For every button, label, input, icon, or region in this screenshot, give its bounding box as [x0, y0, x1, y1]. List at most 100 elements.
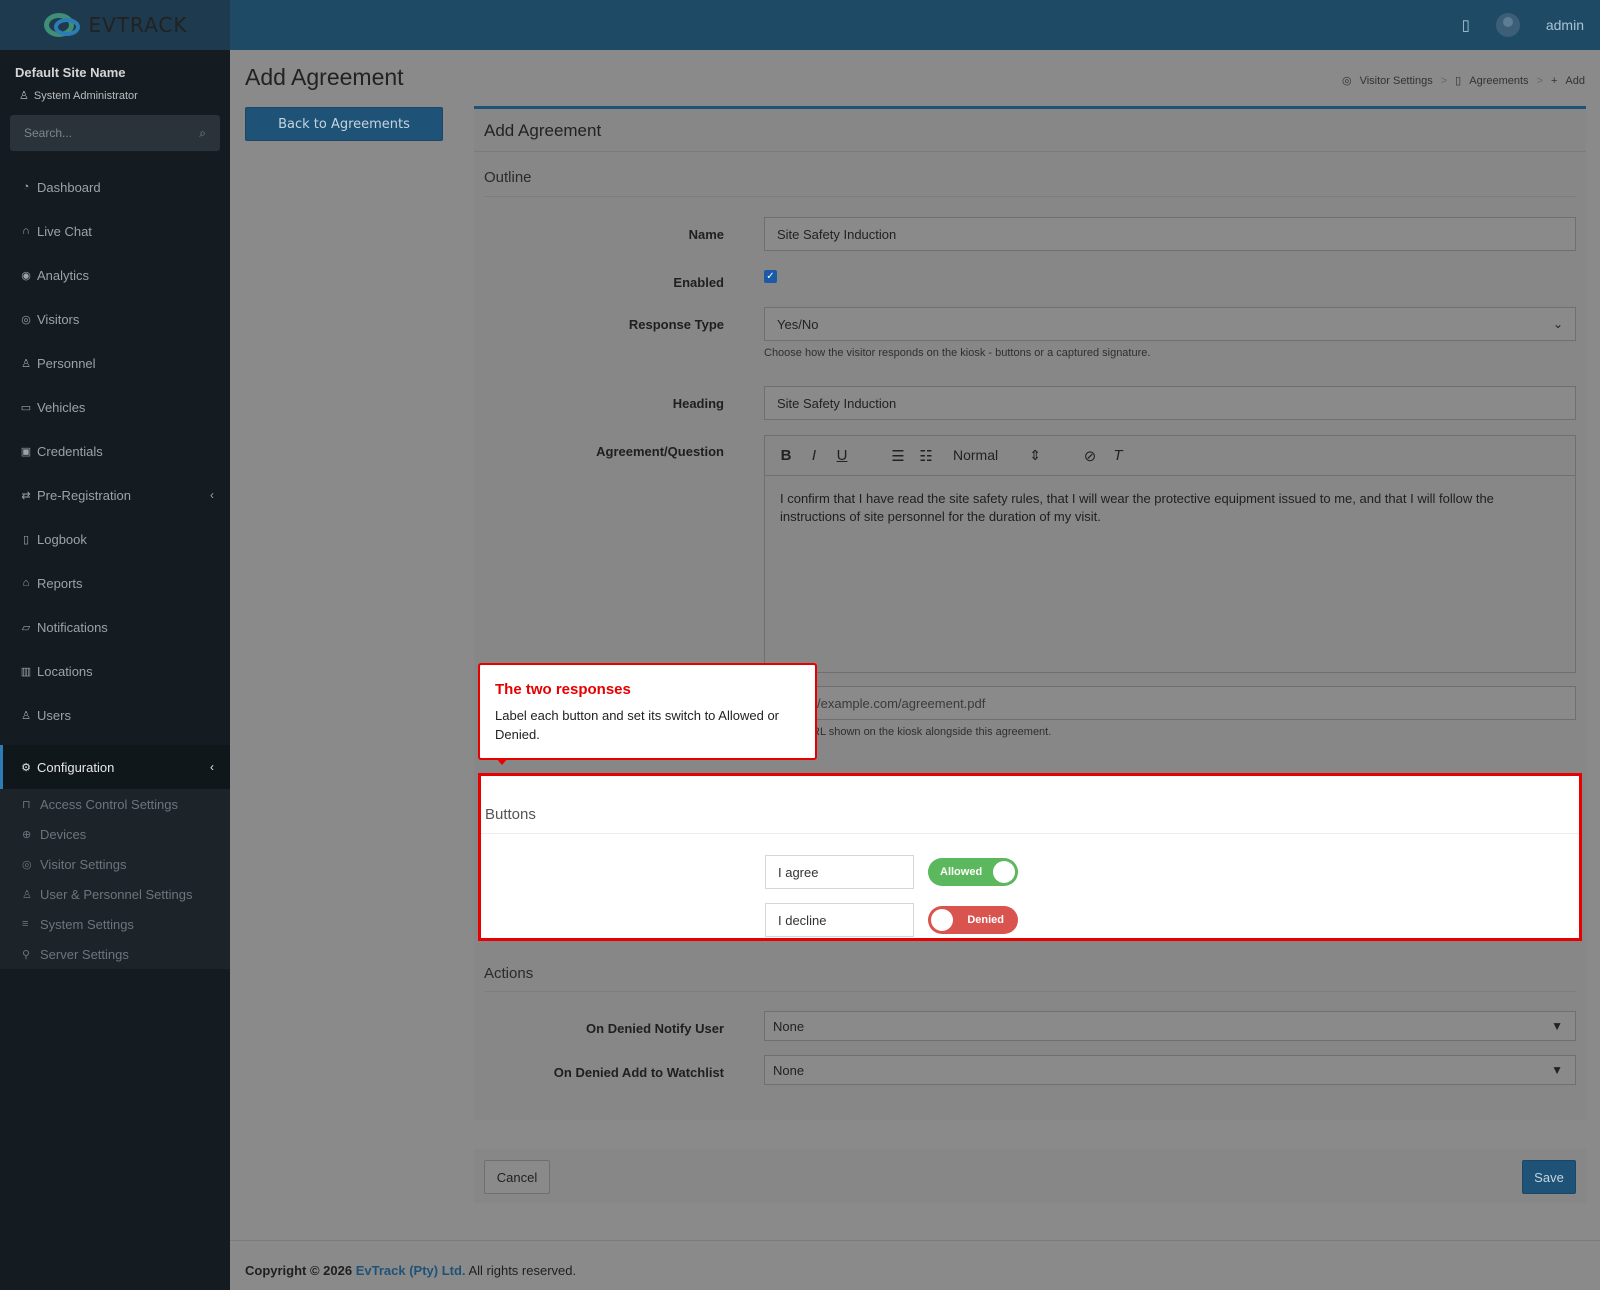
response-1-toggle[interactable]: Allowed [928, 858, 1018, 886]
lock-icon: ⊓ [22, 798, 31, 811]
search-icon[interactable]: ⌕ [199, 126, 206, 141]
bold-icon[interactable]: B [779, 447, 793, 464]
document-icon: ▯ [1455, 75, 1462, 87]
outline-section-title: Outline [484, 169, 532, 186]
sidebar-item-users[interactable]: ♙ Users [0, 693, 230, 737]
link-icon[interactable]: ⊘ [1083, 447, 1097, 465]
submenu-item-server-settings[interactable]: ⚲ Server Settings [0, 939, 230, 969]
door-icon[interactable]: ▯ [1462, 16, 1470, 34]
on-denied-notify-label: On Denied Notify User [586, 1021, 724, 1036]
breadcrumb-add: Add [1565, 74, 1585, 87]
ordered-list-icon[interactable]: ☰ [891, 447, 905, 465]
breadcrumb-visitor-settings[interactable]: Visitor Settings [1360, 75, 1433, 87]
breadcrumb-agreements[interactable]: Agreements [1469, 75, 1528, 87]
back-to-agreements-button[interactable]: Back to Agreements [245, 107, 443, 141]
sidebar-item-label: Pre-Registration [37, 487, 131, 503]
enabled-checkbox[interactable]: ✓ [764, 270, 777, 283]
rights-text: All rights reserved. [468, 1263, 577, 1278]
sidebar-item-credentials[interactable]: ▣ Credentials [0, 429, 230, 473]
company-link[interactable]: EvTrack (Pty) Ltd. [356, 1263, 466, 1278]
sidebar-item-label: Vehicles [37, 399, 86, 415]
response-2-toggle[interactable]: Denied [928, 906, 1018, 934]
sidebar-item-label: Live Chat [37, 223, 92, 239]
editor-toolbar: B I U ☰ ☷ Normal ⇕ ⊘ T [765, 436, 1575, 476]
submenu-item-user-personnel-settings[interactable]: ♙ User & Personnel Settings [0, 879, 230, 909]
sidebar-item-label: Notifications [37, 619, 108, 635]
sidebar-item-visitors[interactable]: ◎ Visitors [0, 297, 230, 341]
underline-icon[interactable]: U [835, 447, 849, 464]
enabled-label: Enabled [673, 275, 724, 290]
agreement-form-card: Add Agreement Outline Name Site Safety I… [474, 106, 1586, 1120]
name-label: Name [688, 227, 724, 242]
save-button[interactable]: Save [1522, 1160, 1576, 1194]
eye-icon: ◎ [1341, 75, 1352, 87]
main-content: Add Agreement ◎ Visitor Settings > ▯ Agr… [230, 50, 1600, 1290]
sidebar-item-live-chat[interactable]: ∩ Live Chat [0, 209, 230, 253]
name-field[interactable]: Site Safety Induction [764, 217, 1576, 251]
sidebar-item-logbook[interactable]: ▯ Logbook [0, 517, 230, 561]
sidebar-item-configuration[interactable]: ⚙ Configuration ‹ [0, 745, 230, 789]
sidebar-item-dashboard[interactable]: ◔ Dashboard [0, 165, 230, 209]
bullet-list-icon[interactable]: ☷ [919, 447, 933, 465]
divider [481, 833, 1579, 834]
url-placeholder: /example.com/agreement.pdf [817, 695, 986, 711]
clear-format-icon[interactable]: T [1111, 447, 1125, 464]
submenu-item-visitor-settings[interactable]: ◎ Visitor Settings [0, 849, 230, 879]
chat-icon: ▱ [21, 621, 31, 634]
editor-content[interactable]: I confirm that I have read the site safe… [765, 476, 1575, 540]
sidebar-item-personnel[interactable]: ♙ Personnel [0, 341, 230, 385]
callout-text: Label each button and set its switch to … [495, 708, 780, 742]
on-denied-watchlist-select[interactable]: None ▼ [764, 1055, 1576, 1085]
eye-icon: ◎ [22, 858, 32, 871]
notify-value: None [773, 1018, 805, 1034]
sidebar-item-vehicles[interactable]: ▭ Vehicles [0, 385, 230, 429]
format-select[interactable]: Normal ⇕ [953, 447, 1041, 464]
actions-section-title: Actions [484, 965, 534, 982]
plus-icon: + [1550, 74, 1558, 87]
server-icon: ⚲ [22, 948, 31, 961]
toggle-knob [931, 909, 953, 931]
map-icon: ▥ [20, 665, 32, 678]
users-icon: ♙ [22, 888, 32, 901]
user-name[interactable]: admin [1546, 17, 1584, 33]
target-icon: ◉ [21, 269, 31, 282]
document-url-field[interactable]: /example.com/agreement.pdf [764, 686, 1576, 720]
document-url-help: RL shown on the kiosk alongside this agr… [812, 726, 1052, 738]
search-placeholder: Search... [24, 126, 73, 140]
on-denied-notify-select[interactable]: None ▼ [764, 1011, 1576, 1041]
heading-field[interactable]: Site Safety Induction [764, 386, 1576, 420]
submenu-item-label: Visitor Settings [40, 856, 127, 872]
chart-icon: ⌂ [22, 577, 30, 589]
sidebar-item-reports[interactable]: ⌂ Reports [0, 561, 230, 605]
response-2-label-input[interactable]: I decline [765, 903, 914, 937]
sidebar-item-analytics[interactable]: ◉ Analytics [0, 253, 230, 297]
rich-text-editor[interactable]: B I U ☰ ☷ Normal ⇕ ⊘ T I confirm that I h… [764, 435, 1576, 673]
sidebar-item-notifications[interactable]: ▱ Notifications [0, 605, 230, 649]
cancel-button[interactable]: Cancel [484, 1160, 550, 1194]
logo[interactable]: EVTRACK [0, 0, 230, 50]
submenu-item-access-control-settings[interactable]: ⊓ Access Control Settings [0, 789, 230, 819]
logo-text: EVTRACK [88, 13, 188, 37]
submenu-item-devices[interactable]: ⊕ Devices [0, 819, 230, 849]
avatar[interactable] [1495, 13, 1520, 37]
callout-pointer [496, 758, 508, 765]
book-icon: ▯ [22, 533, 30, 546]
submenu-item-label: Devices [40, 826, 87, 842]
submenu-item-label: Access Control Settings [40, 796, 179, 812]
response-type-select[interactable]: Yes/No ⌄ [764, 307, 1576, 341]
sidebar-nav: ◔ Dashboard ∩ Live Chat ◉ Analytics ◎ Visito… [0, 165, 230, 969]
buttons-section-highlight: Buttons I agree Allowed I decline Denied [478, 773, 1582, 941]
gear-icon: ⚙ [21, 761, 31, 774]
search-input[interactable]: Search... ⌕ [10, 115, 220, 151]
users-icon: ♙ [21, 709, 31, 722]
sidebar-item-pre-registration[interactable]: ⇄ Pre-Registration ‹ [0, 473, 230, 517]
response-1-label-input[interactable]: I agree [765, 855, 914, 889]
breadcrumb: ◎ Visitor Settings > ▯ Agreements > + Ad… [1341, 74, 1585, 88]
sidebar-item-locations[interactable]: ▥ Locations [0, 649, 230, 693]
card-title: Add Agreement [484, 121, 602, 140]
watchlist-value: None [773, 1062, 805, 1078]
submenu-item-system-settings[interactable]: ≡ System Settings [0, 909, 230, 939]
top-navbar: EVTRACK ▯ admin [0, 0, 1600, 50]
italic-icon[interactable]: I [807, 447, 821, 464]
callout-title: The two responses [495, 681, 631, 698]
